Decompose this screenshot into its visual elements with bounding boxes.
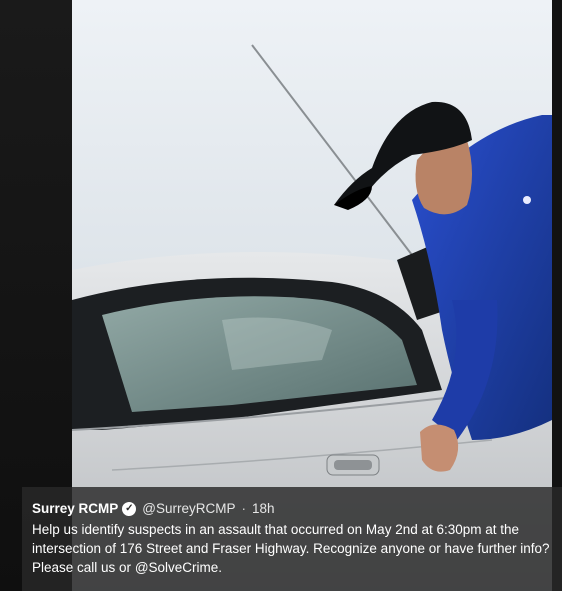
- tweet-text-line-3: Please call us or @SolveCrime.: [32, 558, 554, 577]
- separator-dot: ·: [241, 501, 247, 516]
- tweet-text-line-2: intersection of 176 Street and Fraser Hi…: [32, 541, 550, 556]
- tweet-text-line-1: Help us identify suspects in an assault …: [32, 522, 520, 537]
- tweet-media-viewer: Surrey RCMP ✓ @SurreyRCMP · 18h Help us …: [0, 0, 562, 591]
- tweet-text-line-3-prefix: Please call us or: [32, 560, 135, 575]
- hand: [420, 424, 459, 472]
- mention-link[interactable]: @SolveCrime: [135, 560, 218, 575]
- author-name[interactable]: Surrey RCMP: [32, 499, 118, 518]
- tweet-text: Help us identify suspects in an assault …: [32, 520, 554, 577]
- verified-badge-icon: ✓: [122, 501, 137, 516]
- jacket-logo: [523, 196, 531, 204]
- tweet-caption: Surrey RCMP ✓ @SurreyRCMP · 18h Help us …: [22, 487, 562, 591]
- tweet-header: Surrey RCMP ✓ @SurreyRCMP · 18h: [32, 499, 554, 518]
- tweet-time[interactable]: 18h: [252, 499, 275, 518]
- tweet-text-line-3-suffix: .: [218, 560, 223, 575]
- author-handle[interactable]: @SurreyRCMP: [142, 499, 235, 518]
